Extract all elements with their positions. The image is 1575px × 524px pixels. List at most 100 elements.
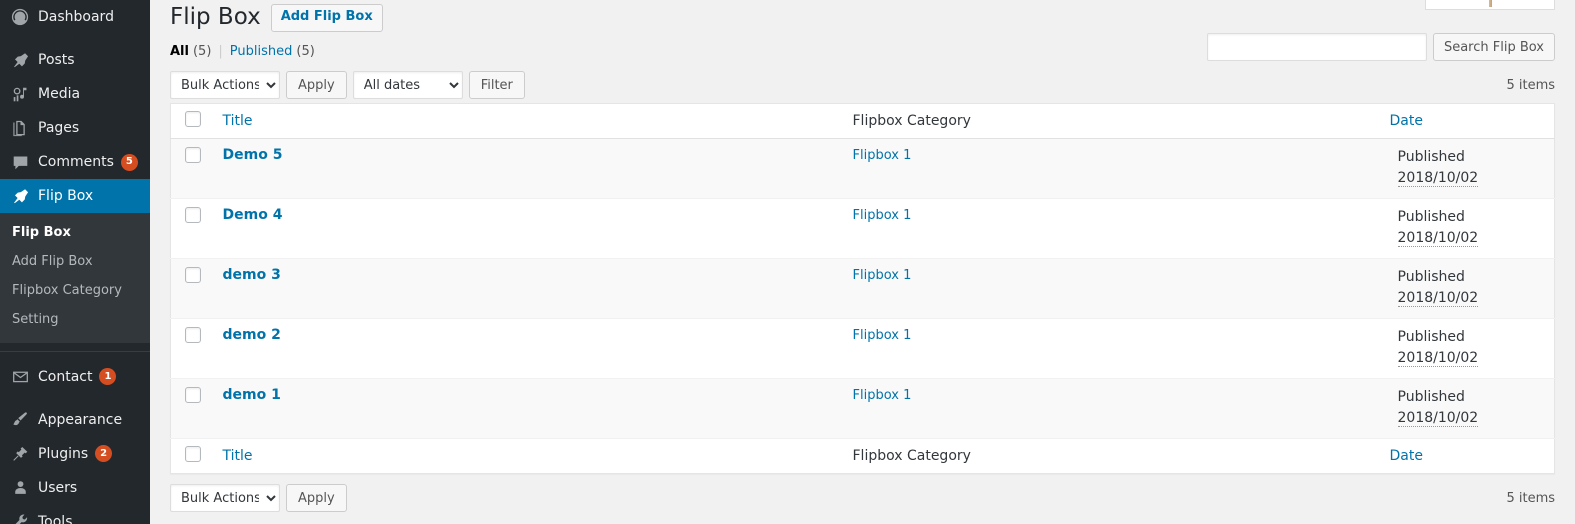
sidebar-item-comments[interactable]: Comments 5 bbox=[0, 145, 150, 179]
sidebar-item-users[interactable]: Users bbox=[0, 471, 150, 505]
sidebar-item-flip-box[interactable]: Flip Box bbox=[0, 179, 158, 213]
row-title-link[interactable]: demo 1 bbox=[223, 387, 281, 403]
row-select-cell bbox=[171, 259, 213, 319]
table-row[interactable]: demo 2 Flipbox 1 Published 2018/10/02 bbox=[170, 319, 1555, 379]
bulk-actions-select-top[interactable]: Bulk Actions bbox=[170, 71, 280, 99]
apply-button-top[interactable]: Apply bbox=[286, 71, 347, 99]
table-body: Demo 5 Flipbox 1 Published 2018/10/02 De… bbox=[170, 138, 1555, 439]
row-category-link[interactable]: Flipbox 1 bbox=[853, 208, 912, 223]
sort-title-link[interactable]: Title bbox=[223, 113, 253, 129]
view-published[interactable]: Published (5) bbox=[230, 44, 315, 59]
row-date: 2018/10/02 bbox=[1397, 290, 1479, 307]
sort-title-link-footer[interactable]: Title bbox=[223, 448, 253, 464]
table-row[interactable]: demo 1 Flipbox 1 Published 2018/10/02 bbox=[170, 378, 1555, 439]
row-status: Published bbox=[1397, 149, 1465, 165]
select-all-checkbox-top[interactable] bbox=[185, 111, 201, 127]
row-title-cell: Demo 4 bbox=[213, 199, 843, 259]
sidebar-item-label: Posts bbox=[38, 52, 75, 68]
tablenav-top: Bulk Actions Apply All dates Filter 5 it… bbox=[170, 67, 1555, 103]
row-checkbox[interactable] bbox=[185, 147, 201, 163]
row-date-cell: Published 2018/10/02 bbox=[1380, 259, 1555, 319]
row-title-link[interactable]: demo 3 bbox=[223, 267, 281, 283]
sidebar-item-dashboard[interactable]: Dashboard bbox=[0, 0, 150, 34]
admin-sidebar: Dashboard Posts Media Pages Comments 5 F… bbox=[0, 0, 158, 524]
row-title-link[interactable]: Demo 4 bbox=[223, 207, 283, 223]
row-select-cell bbox=[171, 379, 213, 439]
media-icon bbox=[10, 84, 30, 104]
row-checkbox[interactable] bbox=[185, 207, 201, 223]
sidebar-item-label: Dashboard bbox=[38, 9, 114, 25]
contact-count-badge: 1 bbox=[99, 368, 117, 386]
sidebar-item-contact[interactable]: Contact 1 bbox=[0, 360, 150, 394]
row-category-link[interactable]: Flipbox 1 bbox=[853, 148, 912, 163]
column-header-title[interactable]: Title bbox=[212, 103, 843, 139]
sidebar-separator bbox=[0, 350, 150, 352]
bulk-actions-select-bottom[interactable]: Bulk Actions bbox=[170, 484, 280, 512]
displaying-num-bottom: 5 items bbox=[1506, 490, 1555, 506]
row-category-link[interactable]: Flipbox 1 bbox=[853, 268, 912, 283]
submenu-item-setting[interactable]: Setting bbox=[0, 306, 150, 335]
sort-date-link-footer[interactable]: Date bbox=[1390, 448, 1423, 464]
screen-meta-indicator bbox=[1489, 0, 1492, 7]
admin-screen: Dashboard Posts Media Pages Comments 5 F… bbox=[0, 0, 1575, 524]
sidebar-item-label: Flip Box bbox=[38, 188, 94, 204]
view-all[interactable]: All (5) bbox=[170, 44, 211, 59]
apply-button-bottom[interactable]: Apply bbox=[286, 484, 347, 512]
pin-icon bbox=[10, 186, 30, 206]
row-category-link[interactable]: Flipbox 1 bbox=[853, 388, 912, 403]
view-all-count: (5) bbox=[192, 44, 212, 59]
screen-meta-panel[interactable] bbox=[1425, 0, 1555, 10]
row-title-link[interactable]: Demo 5 bbox=[223, 147, 283, 163]
row-category-cell: Flipbox 1 bbox=[843, 379, 1380, 439]
sidebar-item-media[interactable]: Media bbox=[0, 77, 150, 111]
row-title-link[interactable]: demo 2 bbox=[223, 327, 281, 343]
dashboard-icon bbox=[10, 7, 30, 27]
column-footer-title[interactable]: Title bbox=[212, 438, 843, 474]
table-header-row: Title Flipbox Category Date bbox=[170, 103, 1555, 139]
sidebar-item-tools[interactable]: Tools bbox=[0, 505, 150, 524]
submenu-item-flip-box[interactable]: Flip Box bbox=[0, 219, 150, 248]
sidebar-item-label: Appearance bbox=[38, 411, 123, 428]
row-status: Published bbox=[1397, 269, 1465, 285]
submenu-item-flipbox-category[interactable]: Flipbox Category bbox=[0, 277, 150, 306]
row-checkbox[interactable] bbox=[185, 267, 201, 283]
select-all-checkbox-bottom[interactable] bbox=[185, 446, 201, 462]
row-title-cell: demo 3 bbox=[213, 259, 843, 319]
row-checkbox[interactable] bbox=[185, 327, 201, 343]
table-head: Title Flipbox Category Date bbox=[170, 103, 1555, 139]
row-date: 2018/10/02 bbox=[1397, 170, 1479, 187]
row-select-cell bbox=[171, 199, 213, 259]
sort-date-link[interactable]: Date bbox=[1390, 113, 1423, 129]
add-flip-box-button[interactable]: Add Flip Box bbox=[270, 4, 383, 32]
column-header-date[interactable]: Date bbox=[1379, 103, 1555, 139]
row-checkbox[interactable] bbox=[185, 387, 201, 403]
pin-icon bbox=[10, 50, 30, 70]
sidebar-item-plugins[interactable]: Plugins 2 bbox=[0, 437, 150, 471]
filter-button[interactable]: Filter bbox=[468, 71, 525, 99]
envelope-icon bbox=[10, 367, 30, 387]
table-footer-row: Title Flipbox Category Date bbox=[170, 438, 1555, 474]
date-filter-select[interactable]: All dates bbox=[352, 71, 463, 99]
table-row[interactable]: demo 3 Flipbox 1 Published 2018/10/02 bbox=[170, 258, 1555, 319]
row-date: 2018/10/02 bbox=[1397, 230, 1479, 247]
search-submit-button[interactable]: Search Flip Box bbox=[1432, 33, 1555, 61]
sidebar-item-label: Comments bbox=[38, 154, 114, 170]
view-published-label[interactable]: Published bbox=[230, 44, 293, 59]
pages-icon bbox=[10, 118, 30, 138]
search-input[interactable] bbox=[1206, 33, 1427, 61]
sidebar-item-appearance[interactable]: Appearance bbox=[0, 403, 150, 437]
row-category-link[interactable]: Flipbox 1 bbox=[853, 328, 912, 343]
table-row[interactable]: Demo 4 Flipbox 1 Published 2018/10/02 bbox=[170, 199, 1555, 259]
sidebar-item-label: Users bbox=[38, 479, 78, 496]
column-footer-date[interactable]: Date bbox=[1379, 438, 1555, 474]
brush-icon bbox=[10, 410, 30, 430]
row-date-cell: Published 2018/10/02 bbox=[1380, 319, 1555, 379]
row-status: Published bbox=[1397, 209, 1465, 225]
submenu-item-add-flip-box[interactable]: Add Flip Box bbox=[0, 248, 150, 277]
sidebar-item-posts[interactable]: Posts bbox=[0, 43, 150, 77]
user-icon bbox=[10, 478, 30, 498]
sidebar-item-pages[interactable]: Pages bbox=[0, 111, 150, 145]
sidebar-item-label: Media bbox=[38, 86, 81, 102]
table-row[interactable]: Demo 5 Flipbox 1 Published 2018/10/02 bbox=[170, 138, 1555, 199]
page-title: Flip Box bbox=[170, 4, 261, 31]
